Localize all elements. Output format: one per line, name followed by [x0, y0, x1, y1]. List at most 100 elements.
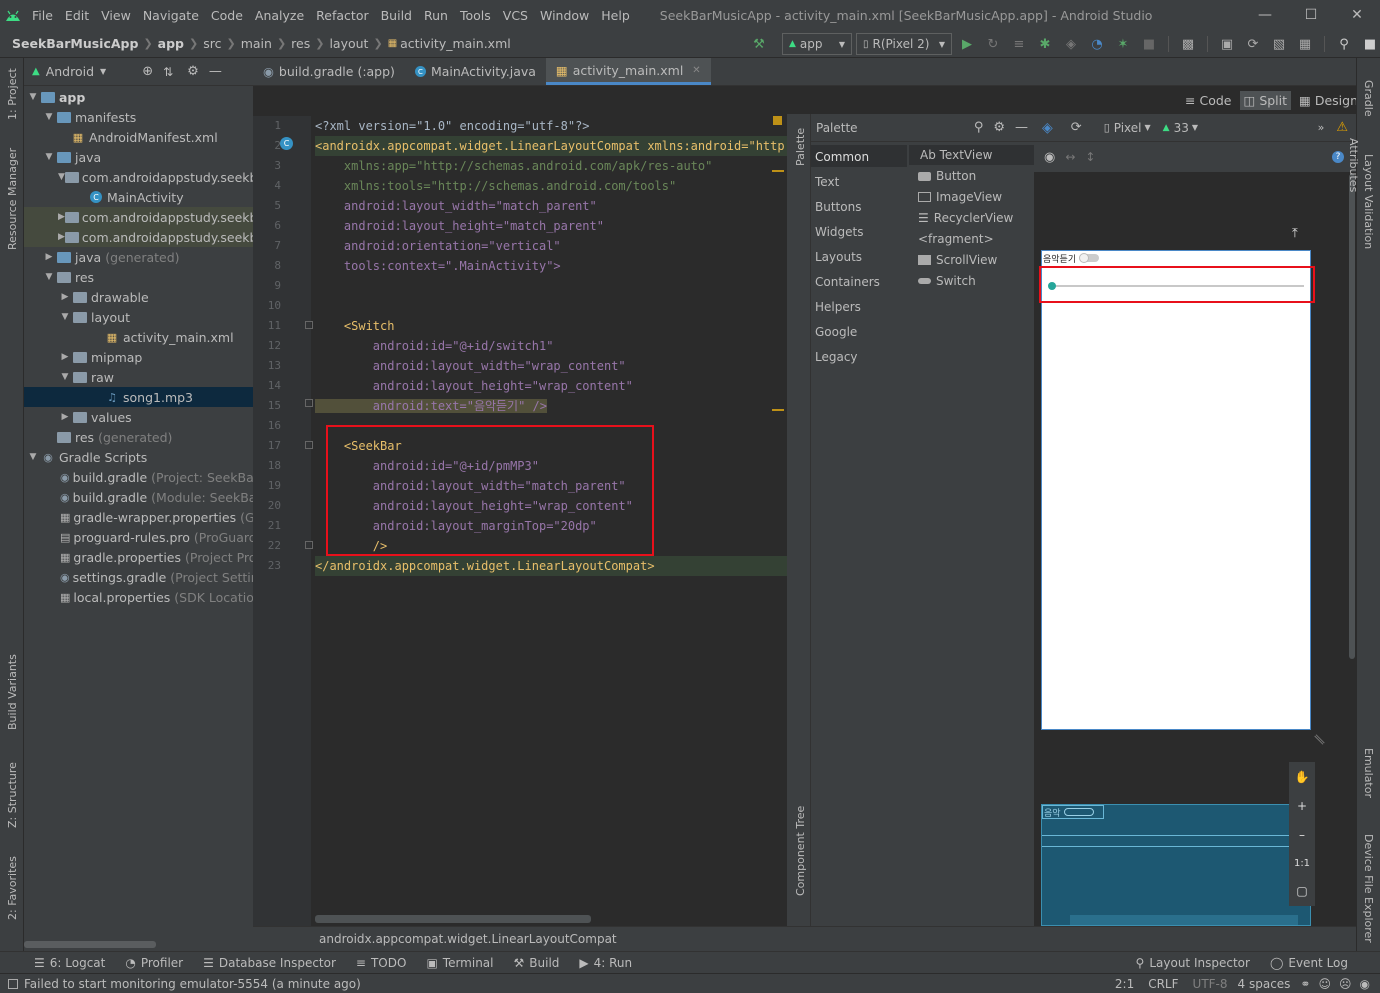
layout-validation-tool-button[interactable]: Layout Validation [1362, 154, 1375, 249]
emulator-tool-button[interactable]: Emulator [1362, 748, 1375, 798]
fold-marker-icon[interactable] [305, 441, 313, 449]
minimize-icon[interactable]: — [1242, 0, 1288, 30]
api-level-select[interactable]: 33 [1174, 121, 1189, 135]
tree-item-raw[interactable]: ▼ raw [24, 367, 253, 387]
expand-arrow-icon[interactable]: ▼ [42, 112, 56, 122]
chevron-down-icon[interactable]: ▼ [100, 67, 106, 76]
expand-arrow-icon[interactable]: ▶ [58, 232, 65, 242]
expand-arrow-icon[interactable]: ▶ [58, 292, 72, 302]
palette-category-legacy[interactable]: Legacy [815, 350, 858, 364]
project-view-mode[interactable]: Android [46, 64, 94, 79]
palette-category-layouts[interactable]: Layouts [815, 250, 862, 264]
palette-category-google[interactable]: Google [815, 325, 857, 339]
tree-item-res[interactable]: ▼ res [24, 267, 253, 287]
search-icon[interactable]: ⚲ [974, 120, 984, 135]
frown-icon[interactable]: ☹ [1339, 977, 1352, 991]
run-icon[interactable]: ▶ [956, 33, 978, 55]
menu-help[interactable]: Help [595, 8, 636, 23]
menu-file[interactable]: File [26, 8, 59, 23]
expand-arrow-icon[interactable]: ▶ [58, 412, 72, 422]
breadcrumb-main[interactable]: main [241, 36, 272, 51]
sdk-manager-icon[interactable]: ▦ [1294, 33, 1316, 55]
breadcrumb-app[interactable]: app [158, 36, 184, 51]
apply-changes-icon[interactable]: ↻ [982, 33, 1004, 55]
menu-build[interactable]: Build [375, 8, 418, 23]
tab-build-gradle[interactable]: ◉ build.gradle (:app) [253, 58, 405, 85]
database-inspector-tool-button[interactable]: ☰ Database Inspector [203, 956, 336, 970]
status-toggle-icon[interactable] [8, 978, 18, 989]
attach-process-icon[interactable]: ✶ [1112, 33, 1134, 55]
avd-manager-icon[interactable]: ▧ [1268, 33, 1290, 55]
palette-category-common[interactable]: Common [815, 150, 869, 164]
tree-item-package-main[interactable]: ▼ com.androidappstudy.seekba [24, 167, 253, 187]
tree-item-settings-gradle[interactable]: ◉settings.gradle(Project Settings) [24, 567, 253, 587]
tree-item-local-properties[interactable]: ▦local.properties(SDK Location) [24, 587, 253, 607]
palette-category-helpers[interactable]: Helpers [815, 300, 861, 314]
menu-analyze[interactable]: Analyze [249, 8, 310, 23]
smiley-icon[interactable]: ☺ [1318, 977, 1331, 991]
xml-element-path[interactable]: androidx.appcompat.widget.LinearLayoutCo… [319, 932, 617, 946]
component-tree-tool-button[interactable]: Component Tree [794, 806, 807, 896]
design-vertical-scrollbar[interactable] [1349, 174, 1355, 659]
run-config-select[interactable]: ▲ app ▼ [782, 33, 852, 55]
chevron-down-icon[interactable]: ▼ [1192, 123, 1198, 132]
menu-view[interactable]: View [95, 8, 137, 23]
tree-item-proguard[interactable]: ▤proguard-rules.pro(ProGuard Ru [24, 527, 253, 547]
tree-item-package-androidtest[interactable]: ▶ com.androidappstudy.seekba [24, 207, 253, 227]
build-variants-tool-button[interactable]: Build Variants [6, 654, 19, 730]
design-layer-icon[interactable]: ◈ [1042, 120, 1053, 136]
device-select[interactable]: ▯ R(Pixel 2) ▼ [856, 33, 952, 55]
warning-icon[interactable]: ⚠ [1336, 120, 1348, 135]
device-file-explorer-tool-button[interactable]: Device File Explorer [1362, 834, 1375, 943]
tree-item-build-gradle-project[interactable]: ◉build.gradle(Project: SeekBarMu [24, 467, 253, 487]
horizontal-constraint-icon[interactable]: ↔ [1065, 150, 1075, 164]
design-device-select[interactable]: Pixel [1114, 121, 1142, 135]
sync-gradle-icon[interactable]: ⟳ [1242, 33, 1264, 55]
class-gutter-icon[interactable]: C [280, 137, 293, 150]
tree-item-drawable[interactable]: ▶ drawable [24, 287, 253, 307]
expand-arrow-icon[interactable]: ▼ [42, 152, 56, 162]
run-tool-button[interactable]: ▶ 4: Run [579, 956, 632, 970]
palette-item-scrollview[interactable]: ScrollView [918, 253, 997, 267]
hide-panel-icon[interactable]: — [209, 64, 222, 79]
tree-item-song1[interactable]: ♫ song1.mp3 [24, 387, 253, 407]
design-mode-button[interactable]: ▦ Design [1299, 93, 1358, 108]
menu-tools[interactable]: Tools [454, 8, 497, 23]
phone-preview[interactable]: 음악듣기 [1041, 250, 1311, 730]
code-editor[interactable]: 1 2 3 4 5 6 7 8 9 10 11 12 13 14 15 16 1… [253, 86, 800, 926]
blueprint-preview[interactable]: 음악 [1041, 804, 1311, 926]
tree-item-package-test[interactable]: ▶ com.androidappstudy.seekba [24, 227, 253, 247]
project-horizontal-scrollbar[interactable] [24, 941, 156, 948]
tree-item-gradle-scripts[interactable]: ▼ ◉ Gradle Scripts [24, 447, 253, 467]
menu-run[interactable]: Run [418, 8, 454, 23]
orientation-icon[interactable]: ⟳ [1071, 120, 1082, 135]
breadcrumb-res[interactable]: res [291, 36, 310, 51]
event-log-tool-button[interactable]: ◯ Event Log [1270, 956, 1348, 970]
code-mode-button[interactable]: ≡ Code [1185, 93, 1232, 108]
attach-debugger-icon[interactable]: ◔ [1086, 33, 1108, 55]
tab-activity-main[interactable]: ▦ activity_main.xml ✕ [545, 58, 711, 85]
structure-tool-button[interactable]: Z: Structure [6, 762, 19, 828]
locate-file-icon[interactable]: ⊕ [142, 64, 153, 79]
palette-item-button[interactable]: Button [918, 169, 976, 183]
zoom-actual-size-button[interactable]: 1:1 [1294, 858, 1310, 869]
status-message[interactable]: Failed to start monitoring emulator-5554… [24, 977, 361, 991]
collapse-all-icon[interactable]: ⇅ [163, 65, 173, 79]
tab-mainactivity[interactable]: C MainActivity.java [405, 58, 546, 85]
project-tool-button[interactable]: 1: Project [6, 68, 19, 120]
help-icon[interactable]: ? [1332, 151, 1344, 163]
close-tab-icon[interactable]: ✕ [692, 65, 700, 76]
tree-item-build-gradle-module[interactable]: ◉build.gradle(Module: SeekBarM [24, 487, 253, 507]
palette-category-buttons[interactable]: Buttons [815, 200, 861, 214]
tree-item-res-generated[interactable]: res (generated) [24, 427, 253, 447]
debug-icon[interactable]: ✱ [1034, 33, 1056, 55]
project-structure-icon[interactable]: ▩ [1177, 33, 1199, 55]
fold-marker-icon[interactable] [305, 321, 313, 329]
pin-icon[interactable]: ⤒ [1292, 226, 1298, 241]
favorites-tool-button[interactable]: 2: Favorites [6, 856, 19, 920]
close-icon[interactable]: ✕ [1334, 0, 1380, 30]
device-manager-icon[interactable]: ▣ [1216, 33, 1238, 55]
device-icon[interactable]: ▯ [1104, 121, 1110, 134]
breadcrumb-src[interactable]: src [203, 36, 221, 51]
gear-icon[interactable]: ⚙ [993, 120, 1005, 135]
